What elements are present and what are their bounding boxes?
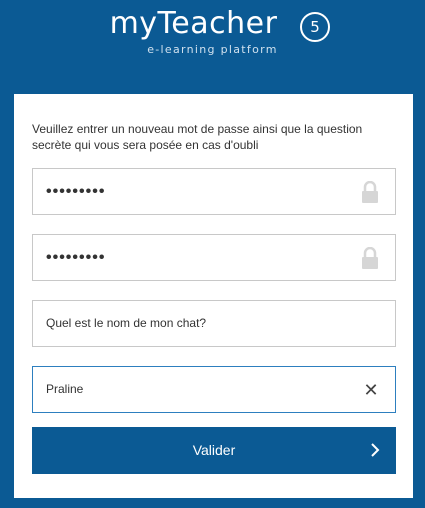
brand-tagline: e-learning platform (147, 43, 278, 56)
lock-icon (362, 247, 378, 269)
secret-answer-value: Praline (46, 382, 84, 396)
confirm-password-field[interactable]: ••••••••• (32, 234, 396, 281)
secret-question-value: Quel est le nom de mon chat? (46, 316, 207, 330)
brand-name-text: myTeacher (109, 6, 278, 41)
chevron-right-icon (371, 443, 380, 457)
lock-icon (362, 181, 378, 203)
new-password-field[interactable]: ••••••••• (32, 168, 396, 215)
new-password-value: ••••••••• (46, 183, 106, 200)
submit-button[interactable]: Valider (32, 427, 396, 474)
clear-icon[interactable]: ✕ (359, 378, 383, 402)
intro-text: Veuillez entrer un nouveau mot de passe … (32, 122, 363, 152)
secret-question-field[interactable]: Quel est le nom de mon chat? (32, 300, 396, 347)
brand-name: myTeacher (0, 6, 425, 41)
logo: myTeacher 5 e-learning platform (0, 0, 425, 60)
secret-answer-field[interactable]: Praline ✕ (32, 366, 396, 413)
password-reset-card: Veuillez entrer un nouveau mot de passe … (14, 94, 413, 498)
version-badge: 5 (300, 12, 330, 42)
confirm-password-value: ••••••••• (46, 249, 106, 266)
submit-button-label: Valider (192, 442, 236, 458)
